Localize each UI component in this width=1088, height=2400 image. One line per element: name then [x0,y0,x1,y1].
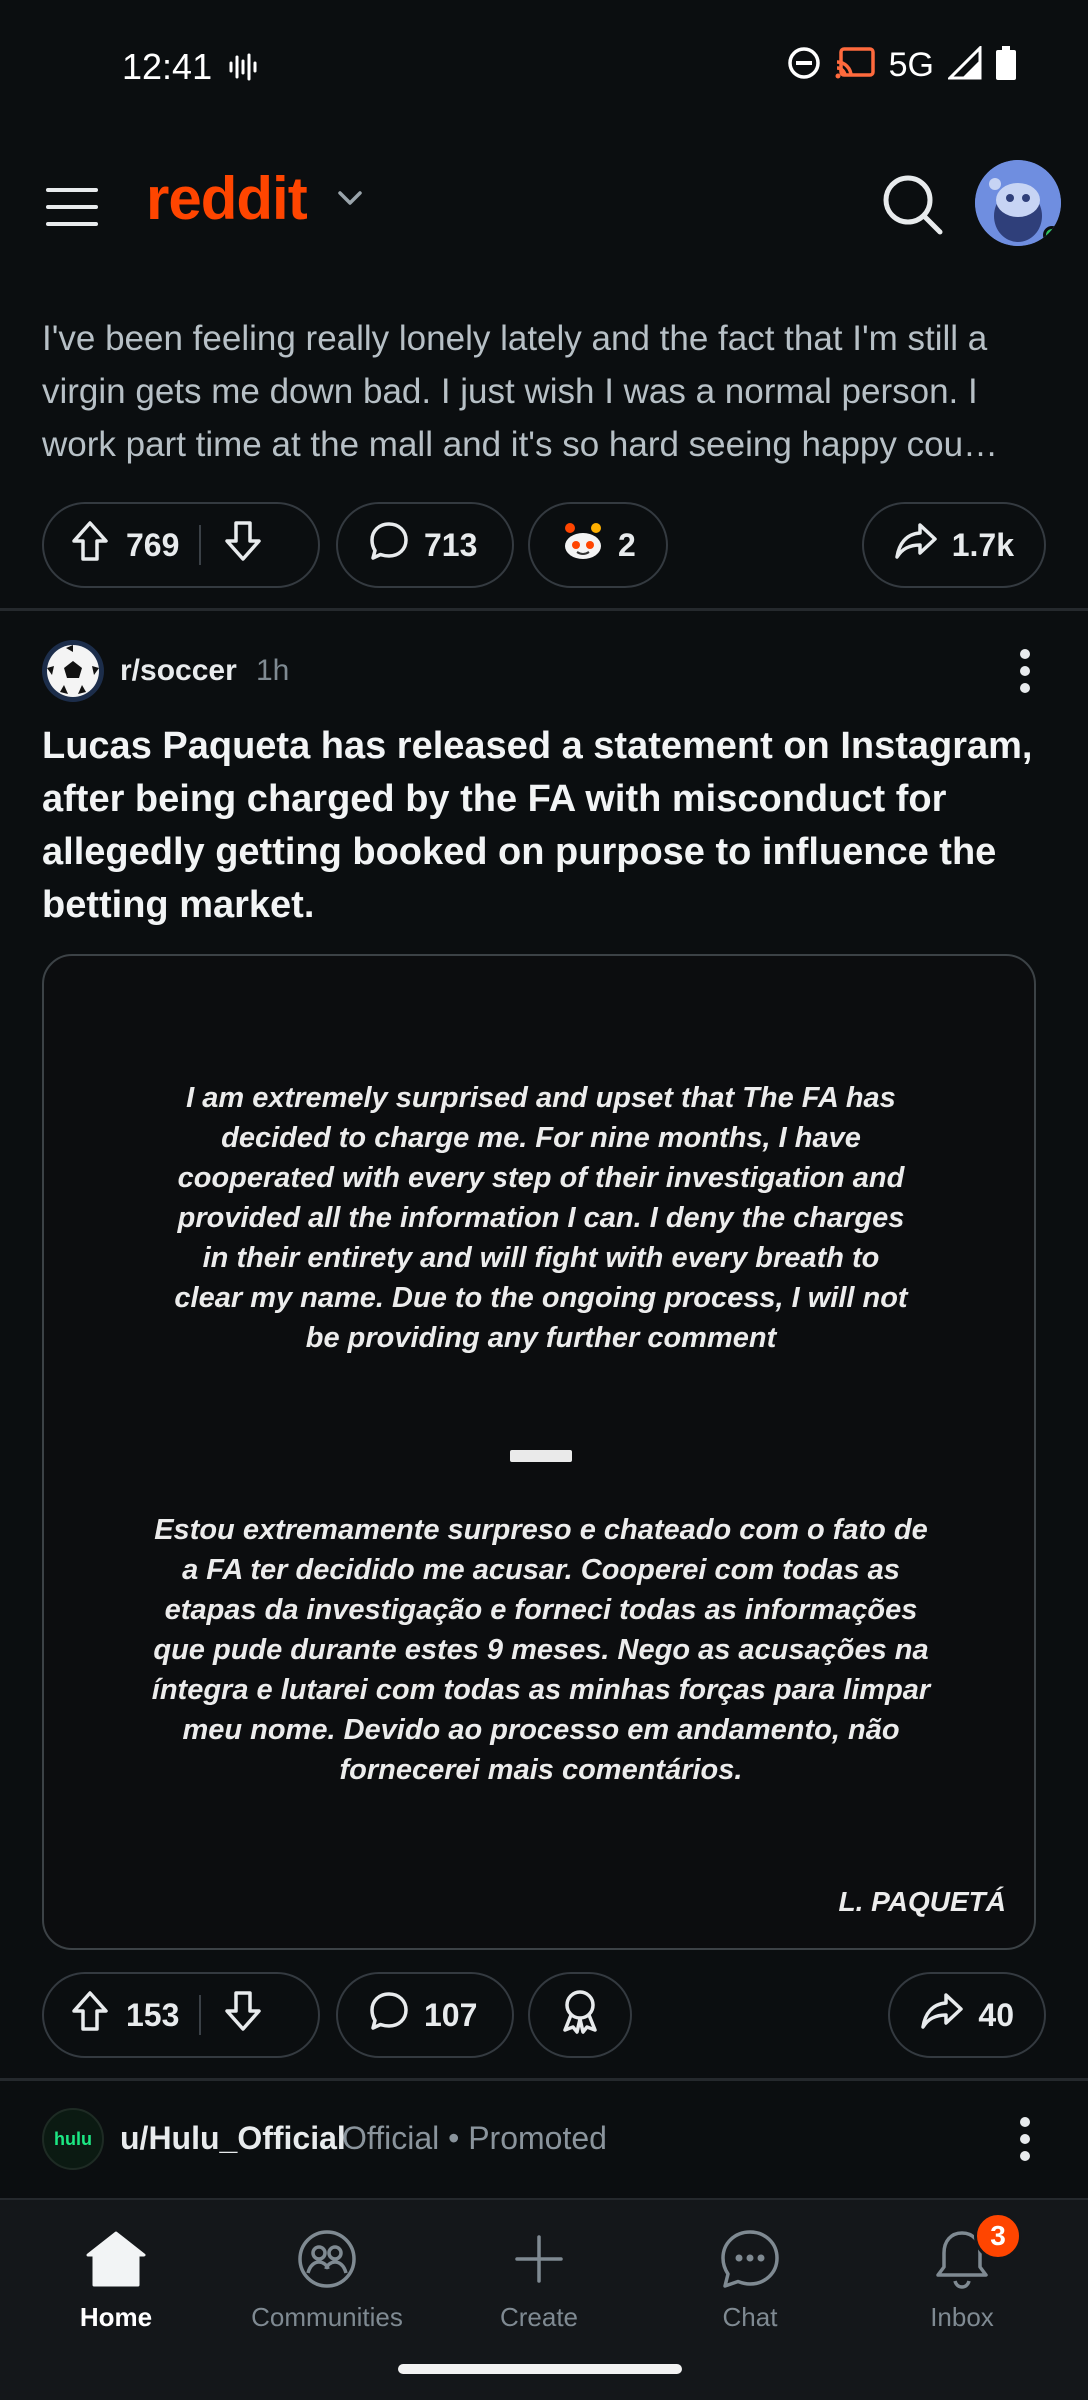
statement-line: íntegra e lutarei com todas as minhas fo… [151,1674,931,1706]
previous-post-body[interactable]: I've been feeling really lonely lately a… [42,312,1032,471]
app-bar: reddit [0,150,1088,260]
vote-divider [199,1995,202,2035]
nav-label: Inbox [930,2302,994,2332]
statement-english: I am extremely surprised and upset that … [104,1078,978,1358]
statement-portuguese: Estou extremamente surpreso e chateado c… [104,1510,978,1790]
statement-line: decided to charge me. For nine months, I… [221,1122,861,1154]
chat-icon [650,2224,850,2294]
search-icon[interactable] [880,172,946,238]
share-icon [920,1991,964,2039]
voice-activity-icon [228,52,258,87]
share-count: 40 [978,1996,1014,2033]
avatar[interactable] [975,160,1061,246]
statement-line: fornecerei mais comentários. [339,1754,743,1786]
cast-icon [835,46,875,85]
post-body-line: work part time at the mall and it's so h… [42,425,999,464]
nav-label: Home [79,2302,153,2332]
bell-icon [862,2224,1062,2294]
award-snoo-icon [560,520,606,570]
hulu-avatar[interactable]: hulu [42,2108,104,2170]
award-count: 2 [618,526,636,563]
comment-count: 713 [424,526,478,563]
more-options-icon[interactable] [1018,2116,1032,2162]
online-indicator [1043,226,1061,244]
nav-label: Chat [722,2302,778,2332]
home-indicator[interactable] [398,2364,682,2374]
reddit-logo[interactable]: reddit [146,164,308,233]
post-title[interactable]: Lucas Paqueta has released a statement o… [42,720,1052,932]
status-time: 12:41 [122,46,213,87]
comments-button[interactable]: 713 [336,502,514,588]
share-count: 1.7k [951,526,1014,563]
statement-line: be providing any further comment [305,1322,777,1354]
post-age: 1h [256,654,290,687]
statement-line: que pude durante estes 9 meses. Nego as … [153,1634,929,1666]
plus-icon [439,2224,639,2294]
nav-communities[interactable]: Communities [227,2224,427,2333]
soccer-ball-icon [47,645,99,697]
nav-label: Communities [251,2302,403,2332]
post-body-line: virgin gets me down bad. I just wish I w… [42,372,978,411]
statement-line: clear my name. Due to the ongoing proces… [174,1282,908,1314]
awards-button[interactable]: 2 [528,502,668,588]
statement-line: cooperated with every step of their inve… [177,1162,905,1194]
nav-create[interactable]: Create [439,2224,639,2333]
vote-score: 153 [126,1996,180,2033]
nav-chat[interactable]: Chat [650,2224,850,2333]
home-icon [16,2224,216,2294]
comment-icon [368,520,410,570]
nav-home[interactable]: Home [16,2224,216,2333]
statement-line: provided all the information I can. I de… [177,1202,905,1234]
share-icon [894,521,938,569]
feed-divider [0,2078,1088,2081]
menu-icon[interactable] [44,182,100,232]
share-button[interactable]: 1.7k [861,502,1046,588]
upvote-icon[interactable] [70,519,110,571]
upvote-icon[interactable] [70,1989,110,2041]
promoted-label: Official • Promoted [342,2120,607,2156]
status-bar: 12:41 5G [0,0,1088,130]
post-actions: 153 107 40 [42,1972,1046,2058]
downvote-icon[interactable] [223,519,263,571]
more-options-icon[interactable] [1018,648,1032,694]
chevron-down-icon[interactable] [336,188,364,213]
vote-score: 769 [126,526,180,563]
subreddit-icon[interactable] [42,640,104,702]
vote-control: 153 [42,1972,320,2058]
feed-divider [0,608,1088,611]
comment-icon [368,1990,410,2040]
subreddit-name[interactable]: r/soccer [120,654,237,688]
vote-control: 769 [42,502,320,588]
communities-icon [227,2224,427,2294]
battery-icon [996,46,1016,85]
nav-label: Create [499,2302,579,2332]
promoted-username[interactable]: u/Hulu_Official [120,2120,346,2157]
separator-dash [510,1450,572,1462]
network-type: 5G [888,46,934,84]
comments-button[interactable]: 107 [336,1972,514,2058]
award-button[interactable] [528,1972,632,2058]
statement-line: etapas da investigação e forneci todas a… [164,1594,918,1626]
post-header: r/soccer 1h [42,640,1046,702]
comment-count: 107 [424,1996,478,2033]
inbox-badge: 3 [974,2212,1022,2260]
nav-inbox[interactable]: Inbox 3 [862,2212,1062,2333]
statement-line: I am extremely surprised and upset that … [186,1082,896,1114]
statement-signature: L. PAQUETÁ [838,1886,1006,1917]
signal-icon [946,44,982,85]
post-image[interactable]: I am extremely surprised and upset that … [42,954,1036,1950]
previous-post-actions: 769 713 2 1.7k [42,502,1046,588]
statement-line: meu nome. Devido ao processo em andament… [182,1714,900,1746]
do-not-disturb-icon [787,46,821,85]
share-button[interactable]: 40 [888,1972,1046,2058]
statement-line: in their entirety and will fight with ev… [202,1242,880,1274]
award-icon [559,1988,601,2042]
statement-line: a FA ter decidido me acusar. Cooperei co… [182,1554,900,1586]
vote-divider [199,525,202,565]
post-body-line: I've been feeling really lonely lately a… [42,319,988,358]
statement-line: Estou extremamente surpreso e chateado c… [154,1514,928,1546]
promoted-post-header: hulu u/Hulu_Official Official • Promoted [42,2108,1046,2170]
downvote-icon[interactable] [223,1989,263,2041]
